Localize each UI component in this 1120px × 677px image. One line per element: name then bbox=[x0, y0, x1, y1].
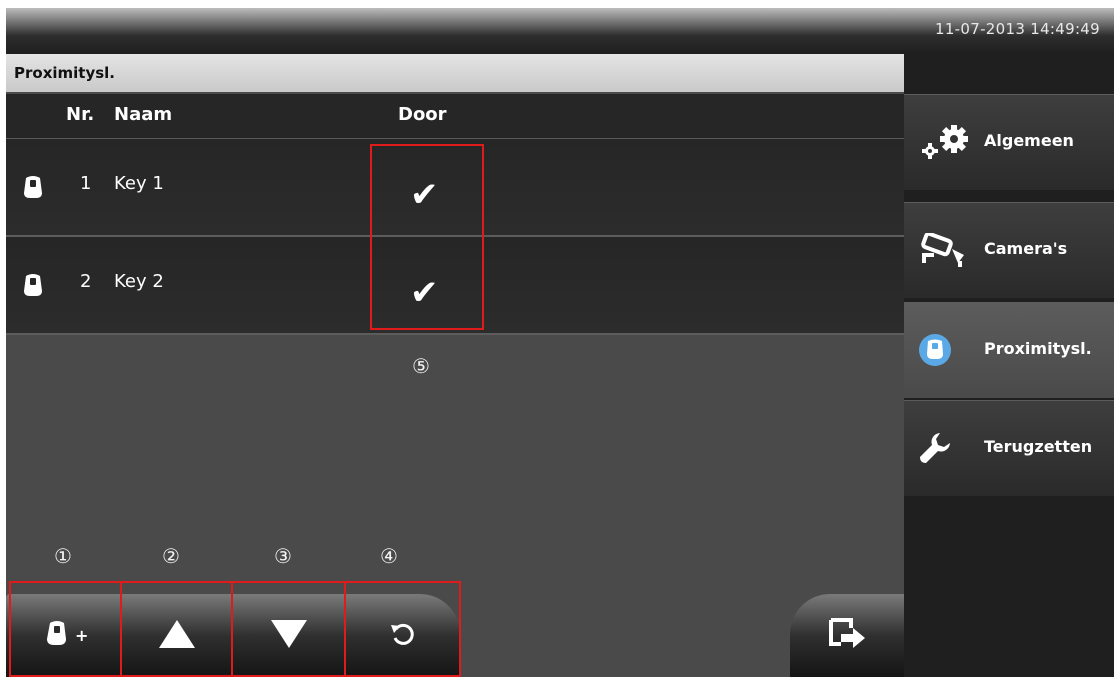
annotation-box-4 bbox=[344, 581, 461, 677]
row-naam: Key 1 bbox=[114, 173, 164, 194]
annotation-number-4: ④ bbox=[380, 544, 398, 568]
proximity-key-icon bbox=[22, 175, 44, 204]
annotation-box-door bbox=[370, 144, 484, 330]
row-nr: 2 bbox=[80, 271, 92, 292]
annotation-number-2: ② bbox=[162, 544, 180, 568]
annotation-box-3 bbox=[231, 581, 346, 677]
sidebar-nav: Algemeen Camera's Proximitysl. Terugzett… bbox=[904, 54, 1114, 677]
row-naam: Key 2 bbox=[114, 271, 164, 292]
column-header-naam: Naam bbox=[114, 104, 173, 125]
annotation-box-1 bbox=[9, 581, 122, 677]
app-window: 11-07-2013 14:49:49 Proximitysl. Nr. Naa… bbox=[6, 8, 1114, 677]
status-bar: 11-07-2013 14:49:49 bbox=[6, 8, 1114, 54]
sidebar-item-label: Algemeen bbox=[984, 131, 1074, 150]
gears-icon bbox=[918, 125, 974, 163]
column-header-nr: Nr. bbox=[66, 104, 95, 125]
proximity-key-icon bbox=[918, 333, 952, 371]
sidebar-item-algemeen[interactable]: Algemeen bbox=[904, 94, 1114, 190]
row-nr: 1 bbox=[80, 173, 92, 194]
sidebar-item-label: Proximitysl. bbox=[984, 339, 1092, 358]
column-header-door: Door bbox=[398, 104, 447, 125]
exit-button[interactable] bbox=[790, 594, 904, 677]
sidebar-item-proximitysl[interactable]: Proximitysl. bbox=[904, 302, 1114, 398]
sidebar-item-label: Camera's bbox=[984, 239, 1068, 258]
page-title: Proximitysl. bbox=[6, 54, 904, 92]
sidebar-item-cameras[interactable]: Camera's bbox=[904, 202, 1114, 298]
proximity-key-icon bbox=[22, 273, 44, 302]
sidebar-item-terugzetten[interactable]: Terugzetten bbox=[904, 400, 1114, 496]
datetime: 11-07-2013 14:49:49 bbox=[934, 20, 1100, 38]
exit-icon bbox=[827, 616, 867, 656]
annotation-box-2 bbox=[120, 581, 233, 677]
wrench-icon bbox=[918, 431, 952, 469]
table-header: Nr. Naam Door bbox=[6, 94, 904, 139]
sidebar-item-label: Terugzetten bbox=[984, 437, 1093, 456]
annotation-number-5: ⑤ bbox=[412, 354, 430, 378]
camera-icon bbox=[918, 231, 968, 273]
annotation-number-1: ① bbox=[54, 544, 72, 568]
annotation-number-3: ③ bbox=[274, 544, 292, 568]
